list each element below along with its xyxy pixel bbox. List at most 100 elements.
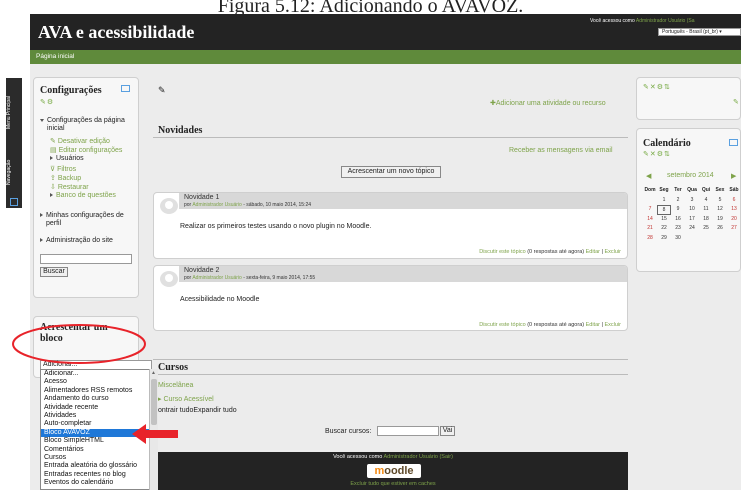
calendar-day[interactable]: 5: [713, 196, 727, 206]
config-item-users[interactable]: Usuários: [50, 155, 84, 162]
calendar-day[interactable]: 3: [685, 196, 699, 206]
dropdown-option[interactable]: Entradas recentes no blog: [41, 471, 157, 479]
news-post: Novidade 1 por Administrador Usuário - s…: [153, 192, 628, 259]
calendar-day[interactable]: 18: [699, 215, 713, 225]
dropdown-option[interactable]: Comentários: [41, 446, 157, 454]
block-collapse-icon[interactable]: [729, 139, 738, 146]
edit-link[interactable]: Editar: [586, 249, 600, 255]
moodle-logo[interactable]: moodle: [367, 464, 421, 478]
site-title[interactable]: AVA e acessibilidade: [38, 22, 194, 43]
dock-tab-navigation[interactable]: Navegação: [6, 150, 22, 194]
calendar-day[interactable]: 27: [727, 224, 741, 234]
calendar-day[interactable]: 22: [657, 224, 671, 234]
config-root-item[interactable]: Configurações da página inicial: [40, 117, 127, 133]
block-edit-icons[interactable]: ✎✕⚙⇅: [643, 83, 671, 91]
dropdown-option[interactable]: Andamento do curso: [41, 395, 157, 403]
dropdown-option[interactable]: Adicionar...: [41, 370, 157, 378]
scroll-up-icon[interactable]: ▲: [151, 370, 156, 376]
discuss-link[interactable]: Discutir este tópico: [479, 249, 525, 255]
dropdown-option[interactable]: Eventos do calendário: [41, 479, 157, 487]
calendar-day[interactable]: 13: [727, 205, 741, 215]
config-item-filters[interactable]: ⊽ Filtros: [50, 165, 76, 173]
config-item-edit-settings[interactable]: ▤ Editar configurações: [50, 146, 122, 154]
add-activity-link[interactable]: ✚Adicionar uma atividade ou recurso: [490, 99, 606, 107]
calendar-day[interactable]: 6: [727, 196, 741, 206]
scroll-thumb[interactable]: [151, 379, 157, 425]
post-author-link[interactable]: Administrador Usuário: [192, 202, 241, 208]
calendar-day[interactable]: 29: [657, 234, 671, 244]
footer-login-info: Você acessou como Administrador Usuário …: [333, 454, 453, 460]
calendar-day[interactable]: 4: [699, 196, 713, 206]
delete-link[interactable]: Excluir: [604, 322, 621, 328]
calendar-day[interactable]: 20: [727, 215, 741, 225]
purge-caches-link[interactable]: Excluir tudo que estiver em caches: [158, 481, 628, 487]
calendar-day[interactable]: 24: [685, 224, 699, 234]
dropdown-option[interactable]: Acesso: [41, 378, 157, 386]
search-courses-input[interactable]: [377, 426, 439, 436]
dropdown-option[interactable]: Atividade recente: [41, 404, 157, 412]
calendar-day[interactable]: 21: [643, 224, 657, 234]
search-courses-button[interactable]: Vai: [440, 426, 455, 436]
post-header: Novidade 2 por Administrador Usuário - s…: [179, 266, 627, 282]
edit-icon[interactable]: ✎: [733, 98, 740, 106]
block-collapse-icon[interactable]: [121, 85, 130, 92]
discuss-link[interactable]: Discutir este tópico: [479, 322, 525, 328]
delete-link[interactable]: Excluir: [604, 249, 621, 255]
calendar-next-month[interactable]: ▶: [731, 172, 736, 180]
calendar-day[interactable]: 25: [699, 224, 713, 234]
calendar-day[interactable]: 14: [643, 215, 657, 225]
dock-tab-main-menu[interactable]: Menu Principal: [6, 84, 22, 140]
edit-link[interactable]: Editar: [586, 322, 600, 328]
collapse-expand-links[interactable]: ontrair tudoExpandir tudo: [158, 407, 237, 414]
login-user-link[interactable]: Administrador Usuário: [636, 18, 685, 24]
calendar-day[interactable]: 12: [713, 205, 727, 215]
calendar-prev-month[interactable]: ◀: [646, 172, 651, 180]
calendar-day[interactable]: 17: [685, 215, 699, 225]
language-select[interactable]: Português - Brasil (pt_br) ▾: [658, 28, 741, 36]
dropdown-option[interactable]: Entrada aleatória do glossário: [41, 462, 157, 470]
dropdown-option[interactable]: Cursos: [41, 454, 157, 462]
footer-logout-link[interactable]: (Sair): [438, 454, 452, 460]
calendar-day[interactable]: 11: [699, 205, 713, 215]
calendar-day[interactable]: 19: [713, 215, 727, 225]
config-my-profile[interactable]: Minhas configurações de perfil: [40, 212, 134, 228]
block-edit-icons[interactable]: ✎⚙: [40, 98, 54, 106]
calendar-day[interactable]: 7: [643, 205, 657, 215]
logout-link[interactable]: (Sa: [685, 18, 695, 24]
category-link[interactable]: Miscelânea: [158, 382, 193, 389]
footer-user-link[interactable]: Administrador Usuário: [384, 454, 438, 460]
calendar-day[interactable]: 26: [713, 224, 727, 234]
calendar-day[interactable]: 15: [657, 215, 671, 225]
calendar-day[interactable]: 2: [671, 196, 685, 206]
calendar-month[interactable]: setembro 2014: [667, 172, 714, 179]
dock-icon[interactable]: [10, 198, 18, 206]
calendar-day[interactable]: 23: [671, 224, 685, 234]
dropdown-option[interactable]: Atividades: [41, 412, 157, 420]
calendar-day: [685, 234, 699, 244]
block-edit-icons[interactable]: ✎✕⚙⇅: [643, 150, 671, 158]
new-topic-button[interactable]: Acrescentar um novo tópico: [341, 166, 441, 178]
config-search-button[interactable]: Buscar: [40, 267, 68, 277]
calendar-day[interactable]: 28: [643, 234, 657, 244]
config-item-backup[interactable]: ⇪ Backup: [50, 174, 81, 182]
config-search-input[interactable]: [40, 254, 132, 264]
calendar-day[interactable]: 8: [657, 205, 671, 215]
config-site-admin[interactable]: Administração do site: [40, 237, 113, 244]
calendar-day[interactable]: 16: [671, 215, 685, 225]
breadcrumb-home[interactable]: Página inicial: [36, 53, 74, 60]
post-author-link[interactable]: Administrador Usuário: [192, 275, 241, 281]
dropdown-option[interactable]: Alimentadores RSS remotos: [41, 387, 157, 395]
calendar-day[interactable]: 30: [671, 234, 685, 244]
calendar-grid: Dom Seg Ter Qua Qui Sex Sáb 1 2 3 4 5 6 7 8 9 10 11 12 13 14…: [643, 186, 741, 243]
course-link[interactable]: ▸ Curso Acessível: [158, 395, 214, 403]
calendar-day[interactable]: 1: [657, 196, 671, 206]
post-body: Realizar os primeiros testes usando o no…: [180, 223, 372, 230]
subscribe-link[interactable]: Receber as mensagens via email: [509, 147, 613, 154]
config-item-restore[interactable]: ⇩ Restaurar: [50, 183, 89, 191]
navbar: Página inicial: [30, 50, 741, 64]
calendar-day[interactable]: 9: [671, 205, 685, 215]
config-item-question-bank[interactable]: Banco de questões: [50, 192, 116, 199]
edit-icon[interactable]: ✎: [158, 85, 166, 96]
config-item-disable-edit[interactable]: ✎ Desativar edição: [50, 137, 110, 145]
calendar-day[interactable]: 10: [685, 205, 699, 215]
